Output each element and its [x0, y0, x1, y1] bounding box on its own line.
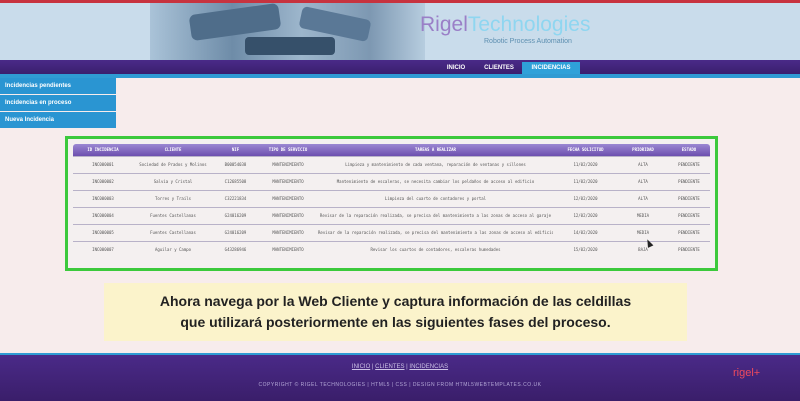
table-row[interactable]: INC000007 Aguilar y Campo G43286946 MANT… [73, 241, 710, 258]
cell-tipo: MANTENIMIENTO [272, 247, 304, 252]
cell-estado: PENDIENTE [678, 196, 700, 201]
footer-separator: | [371, 364, 374, 370]
cell-fecha: 11/02/2020 [573, 179, 598, 184]
sidebar-item-en-proceso[interactable]: Incidencias en proceso [0, 95, 116, 111]
cell-cliente: Aguilar y Campo [154, 247, 192, 252]
cell-nif: C32221834 [224, 196, 247, 201]
robot-arm-shape [188, 3, 282, 42]
table-row[interactable]: INC000002 Salvia y Cristal C12685508 MAN… [73, 173, 710, 190]
cell-tipo: MANTENIMIENTO [272, 196, 304, 201]
footer-link-clientes[interactable]: CLIENTES [375, 364, 404, 370]
footer-link-inicio[interactable]: INICIO [352, 364, 370, 370]
table-header: ID INCIDENCIA CLIENTE NIF TIPO DE SERVIC… [73, 144, 710, 156]
site-tagline: Robotic Process Automation [484, 38, 572, 45]
site-footer: INICIO | CLIENTES | INCIDENCIAS COPYRIGH… [0, 355, 800, 401]
cell-estado: PENDIENTE [678, 230, 700, 235]
nav-tab-incidencias[interactable]: INCIDENCIAS [522, 62, 580, 74]
cell-prioridad: MEDIA [636, 230, 650, 235]
column-header: ESTADO [681, 147, 697, 152]
cell-cliente: Sociedad de Prados y Molinos [139, 162, 207, 167]
cell-cliente: Fuentes Castellanas [150, 213, 196, 218]
sidebar: Incidencias pendientes Incidencias en pr… [0, 78, 116, 129]
site-logo[interactable]: RigelTechnologies [420, 13, 590, 37]
footer-link-incidencias[interactable]: INCIDENCIAS [409, 364, 448, 370]
cell-estado: PENDIENTE [678, 162, 700, 167]
cell-id: INC000001 [92, 162, 114, 167]
column-header: ID INCIDENCIA [87, 147, 119, 152]
caption-line-1: Ahora navega por la Web Cliente y captur… [159, 293, 632, 309]
site-header: RigelTechnologies Robotic Process Automa… [0, 3, 800, 60]
cell-tipo: MANTENIMIENTO [272, 213, 304, 218]
cell-nif: G24016209 [224, 213, 247, 218]
cell-cliente: Torres y Trails [154, 196, 192, 201]
incidents-table: ID INCIDENCIA CLIENTE NIF TIPO DE SERVIC… [73, 144, 710, 258]
cell-estado: PENDIENTE [678, 247, 700, 252]
table-row[interactable]: INC000004 Fuentes Castellanas G24016209 … [73, 207, 710, 224]
footer-copyright: COPYRIGHT © RIGEL TECHNOLOGIES | HTML5 |… [258, 382, 542, 388]
cell-id: INC000004 [92, 213, 114, 218]
main-nav: INICIO CLIENTES INCIDENCIAS [0, 60, 800, 74]
column-header: FECHA SOLICITUD [567, 147, 604, 152]
cell-tipo: MANTENIMIENTO [272, 179, 304, 184]
logo-accent-text: Technologies [467, 13, 591, 36]
cell-id: INC000007 [92, 247, 114, 252]
cell-fecha: 11/02/2020 [573, 162, 598, 167]
column-header: TIPO DE SERVICIO [268, 147, 308, 152]
cell-estado: PENDIENTE [678, 179, 700, 184]
cell-estado: PENDIENTE [678, 213, 700, 218]
cell-fecha: 12/02/2020 [573, 213, 598, 218]
table-row[interactable]: INC000003 Torres y Trails C32221834 MANT… [73, 190, 710, 207]
cell-tareas: Mantenimiento de escaleras, se necesita … [336, 179, 535, 184]
sidebar-item-pendientes[interactable]: Incidencias pendientes [0, 78, 116, 94]
cell-prioridad: ALTA [638, 196, 648, 201]
cell-tipo: MANTENIMIENTO [272, 230, 304, 235]
sidebar-item-nueva[interactable]: Nueva Incidencia [0, 112, 116, 128]
cell-tareas: Revisar de la reparación realizada, se p… [318, 230, 553, 235]
cell-nif: C12685508 [224, 179, 247, 184]
robot-base-shape [245, 37, 335, 55]
cell-tareas: Revisar los cuartos de contadores, escal… [370, 247, 501, 252]
cell-prioridad: MEDIA [636, 213, 650, 218]
cell-id: INC000005 [92, 230, 114, 235]
cell-id: INC000002 [92, 179, 114, 184]
logo-main-text: Rigel [420, 13, 468, 36]
column-header: CLIENTE [164, 147, 182, 152]
table-row[interactable]: INC000005 Fuentes Castellanas G24016209 … [73, 224, 710, 241]
cell-prioridad: ALTA [638, 162, 648, 167]
column-header: NIF [231, 147, 240, 152]
cell-cliente: Salvia y Cristal [153, 179, 193, 184]
instruction-caption: Ahora navega por la Web Cliente y captur… [104, 283, 687, 341]
footer-links: INICIO | CLIENTES | INCIDENCIAS [0, 364, 800, 370]
cell-tareas: Revisar de la reparación realizada, se p… [319, 213, 552, 218]
cell-fecha: 12/02/2020 [573, 196, 598, 201]
footer-separator: | [406, 364, 408, 370]
cell-nif: G43286946 [224, 247, 247, 252]
caption-line-2: que utilizará posteriormente en las sigu… [180, 314, 611, 330]
nav-tab-clientes[interactable]: CLIENTES [478, 62, 520, 74]
column-header: TAREAS A REALIZAR [415, 147, 456, 152]
cell-fecha: 15/02/2020 [573, 247, 598, 252]
cell-prioridad: BAJA [638, 247, 648, 252]
nav-underline [0, 74, 800, 78]
column-header: PRIORIDAD [632, 147, 654, 152]
cell-prioridad: ALTA [638, 179, 648, 184]
nav-tab-inicio[interactable]: INICIO [440, 62, 472, 74]
cell-fecha: 14/02/2020 [573, 230, 598, 235]
cell-tareas: Limpieza del cuarto de contadores y port… [384, 196, 487, 201]
cell-nif: G24016209 [224, 230, 247, 235]
cell-tareas: Limpieza y mantenimiento de cada ventana… [345, 162, 526, 167]
robot-banner-image [150, 3, 425, 60]
table-row[interactable]: INC000001 Sociedad de Prados y Molinos B… [73, 156, 710, 173]
cell-tipo: MANTENIMIENTO [272, 162, 304, 167]
cell-id: INC000003 [92, 196, 114, 201]
incidents-table-highlight: ID INCIDENCIA CLIENTE NIF TIPO DE SERVIC… [65, 136, 718, 271]
cell-nif: B00054038 [224, 162, 247, 167]
footer-logo: rigel+ [733, 367, 761, 379]
cell-cliente: Fuentes Castellanas [150, 230, 196, 235]
